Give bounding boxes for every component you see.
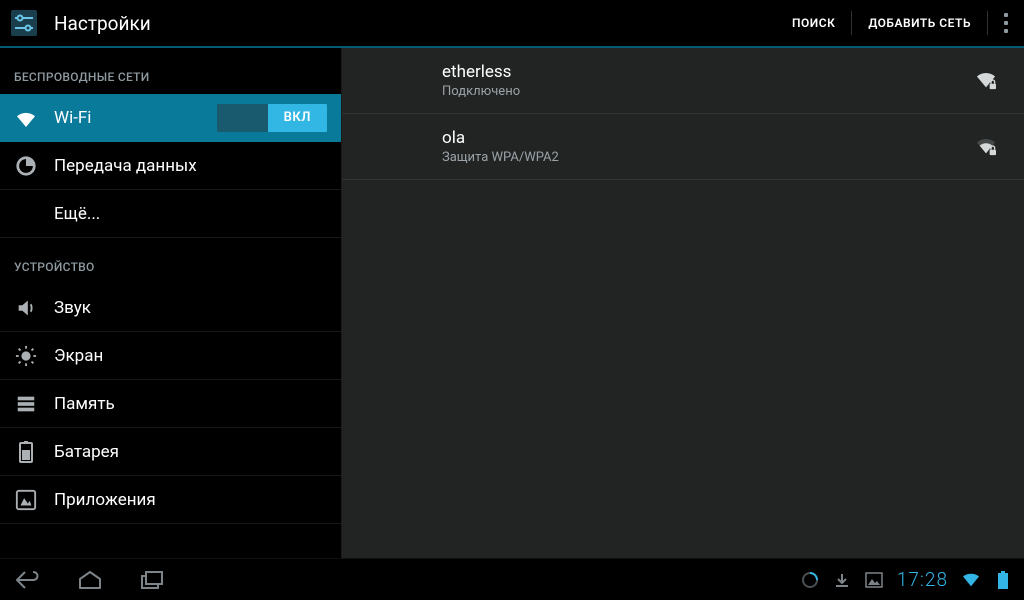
sidebar-item-wifi[interactable]: Wi-Fi ВКЛ <box>0 94 341 142</box>
network-status: Защита WPA/WPA2 <box>442 150 974 165</box>
data-usage-icon <box>14 154 38 178</box>
sidebar-item-battery[interactable]: Батарея <box>0 428 341 476</box>
sidebar-item-data-usage[interactable]: Передача данных <box>0 142 341 190</box>
sidebar-item-more[interactable]: Ещё... <box>0 190 341 238</box>
back-button[interactable] <box>12 568 44 592</box>
sidebar-item-sound[interactable]: Звук <box>0 284 341 332</box>
section-header-device: УСТРОЙСТВО <box>0 238 341 284</box>
wifi-signal-secured-icon <box>974 69 998 93</box>
sidebar-item-label: Батарея <box>54 442 327 462</box>
status-clock[interactable]: 17:28 <box>897 568 948 591</box>
home-button[interactable] <box>74 568 106 592</box>
sync-icon <box>801 571 819 589</box>
system-navbar: 17:28 <box>0 558 1024 600</box>
wifi-network-list: etherless Подключено ola Защита WPA/WPA2 <box>342 48 1024 558</box>
settings-sidebar: БЕСПРОВОДНЫЕ СЕТИ Wi-Fi ВКЛ Передача дан… <box>0 48 342 558</box>
overflow-icon <box>1004 13 1008 33</box>
sidebar-item-apps[interactable]: Приложения <box>0 476 341 524</box>
wifi-icon <box>14 106 38 130</box>
wifi-network-item[interactable]: ola Защита WPA/WPA2 <box>342 114 1024 180</box>
wifi-network-item[interactable]: etherless Подключено <box>342 48 1024 114</box>
sidebar-item-label: Экран <box>54 346 327 366</box>
toggle-on-label: ВКЛ <box>268 104 327 132</box>
page-title: Настройки <box>54 12 776 35</box>
sidebar-item-label: Wi-Fi <box>54 108 217 128</box>
picture-icon <box>865 571 883 589</box>
settings-icon <box>0 0 48 47</box>
battery-icon <box>14 440 38 464</box>
sidebar-item-label: Приложения <box>54 490 327 510</box>
wifi-status-icon <box>962 571 980 589</box>
recents-button[interactable] <box>136 568 168 592</box>
wifi-signal-secured-icon <box>974 135 998 159</box>
sidebar-item-storage[interactable]: Память <box>0 380 341 428</box>
search-action[interactable]: ПОИСК <box>776 0 851 46</box>
sidebar-item-label: Звук <box>54 298 327 318</box>
network-name: etherless <box>442 62 974 82</box>
add-network-action[interactable]: ДОБАВИТЬ СЕТЬ <box>852 0 987 46</box>
apps-icon <box>14 488 38 512</box>
sidebar-item-label: Память <box>54 394 327 414</box>
sidebar-item-display[interactable]: Экран <box>0 332 341 380</box>
network-status: Подключено <box>442 84 974 99</box>
sound-icon <box>14 296 38 320</box>
sidebar-item-label: Передача данных <box>54 156 327 176</box>
download-icon <box>833 571 851 589</box>
display-icon <box>14 344 38 368</box>
wifi-toggle[interactable]: ВКЛ <box>217 104 327 132</box>
section-header-wireless: БЕСПРОВОДНЫЕ СЕТИ <box>0 48 341 94</box>
action-bar: Настройки ПОИСК ДОБАВИТЬ СЕТЬ <box>0 0 1024 48</box>
storage-icon <box>14 392 38 416</box>
overflow-menu-button[interactable] <box>988 0 1024 46</box>
battery-status-icon <box>994 571 1012 589</box>
network-name: ola <box>442 128 974 148</box>
sidebar-item-label: Ещё... <box>54 204 327 224</box>
